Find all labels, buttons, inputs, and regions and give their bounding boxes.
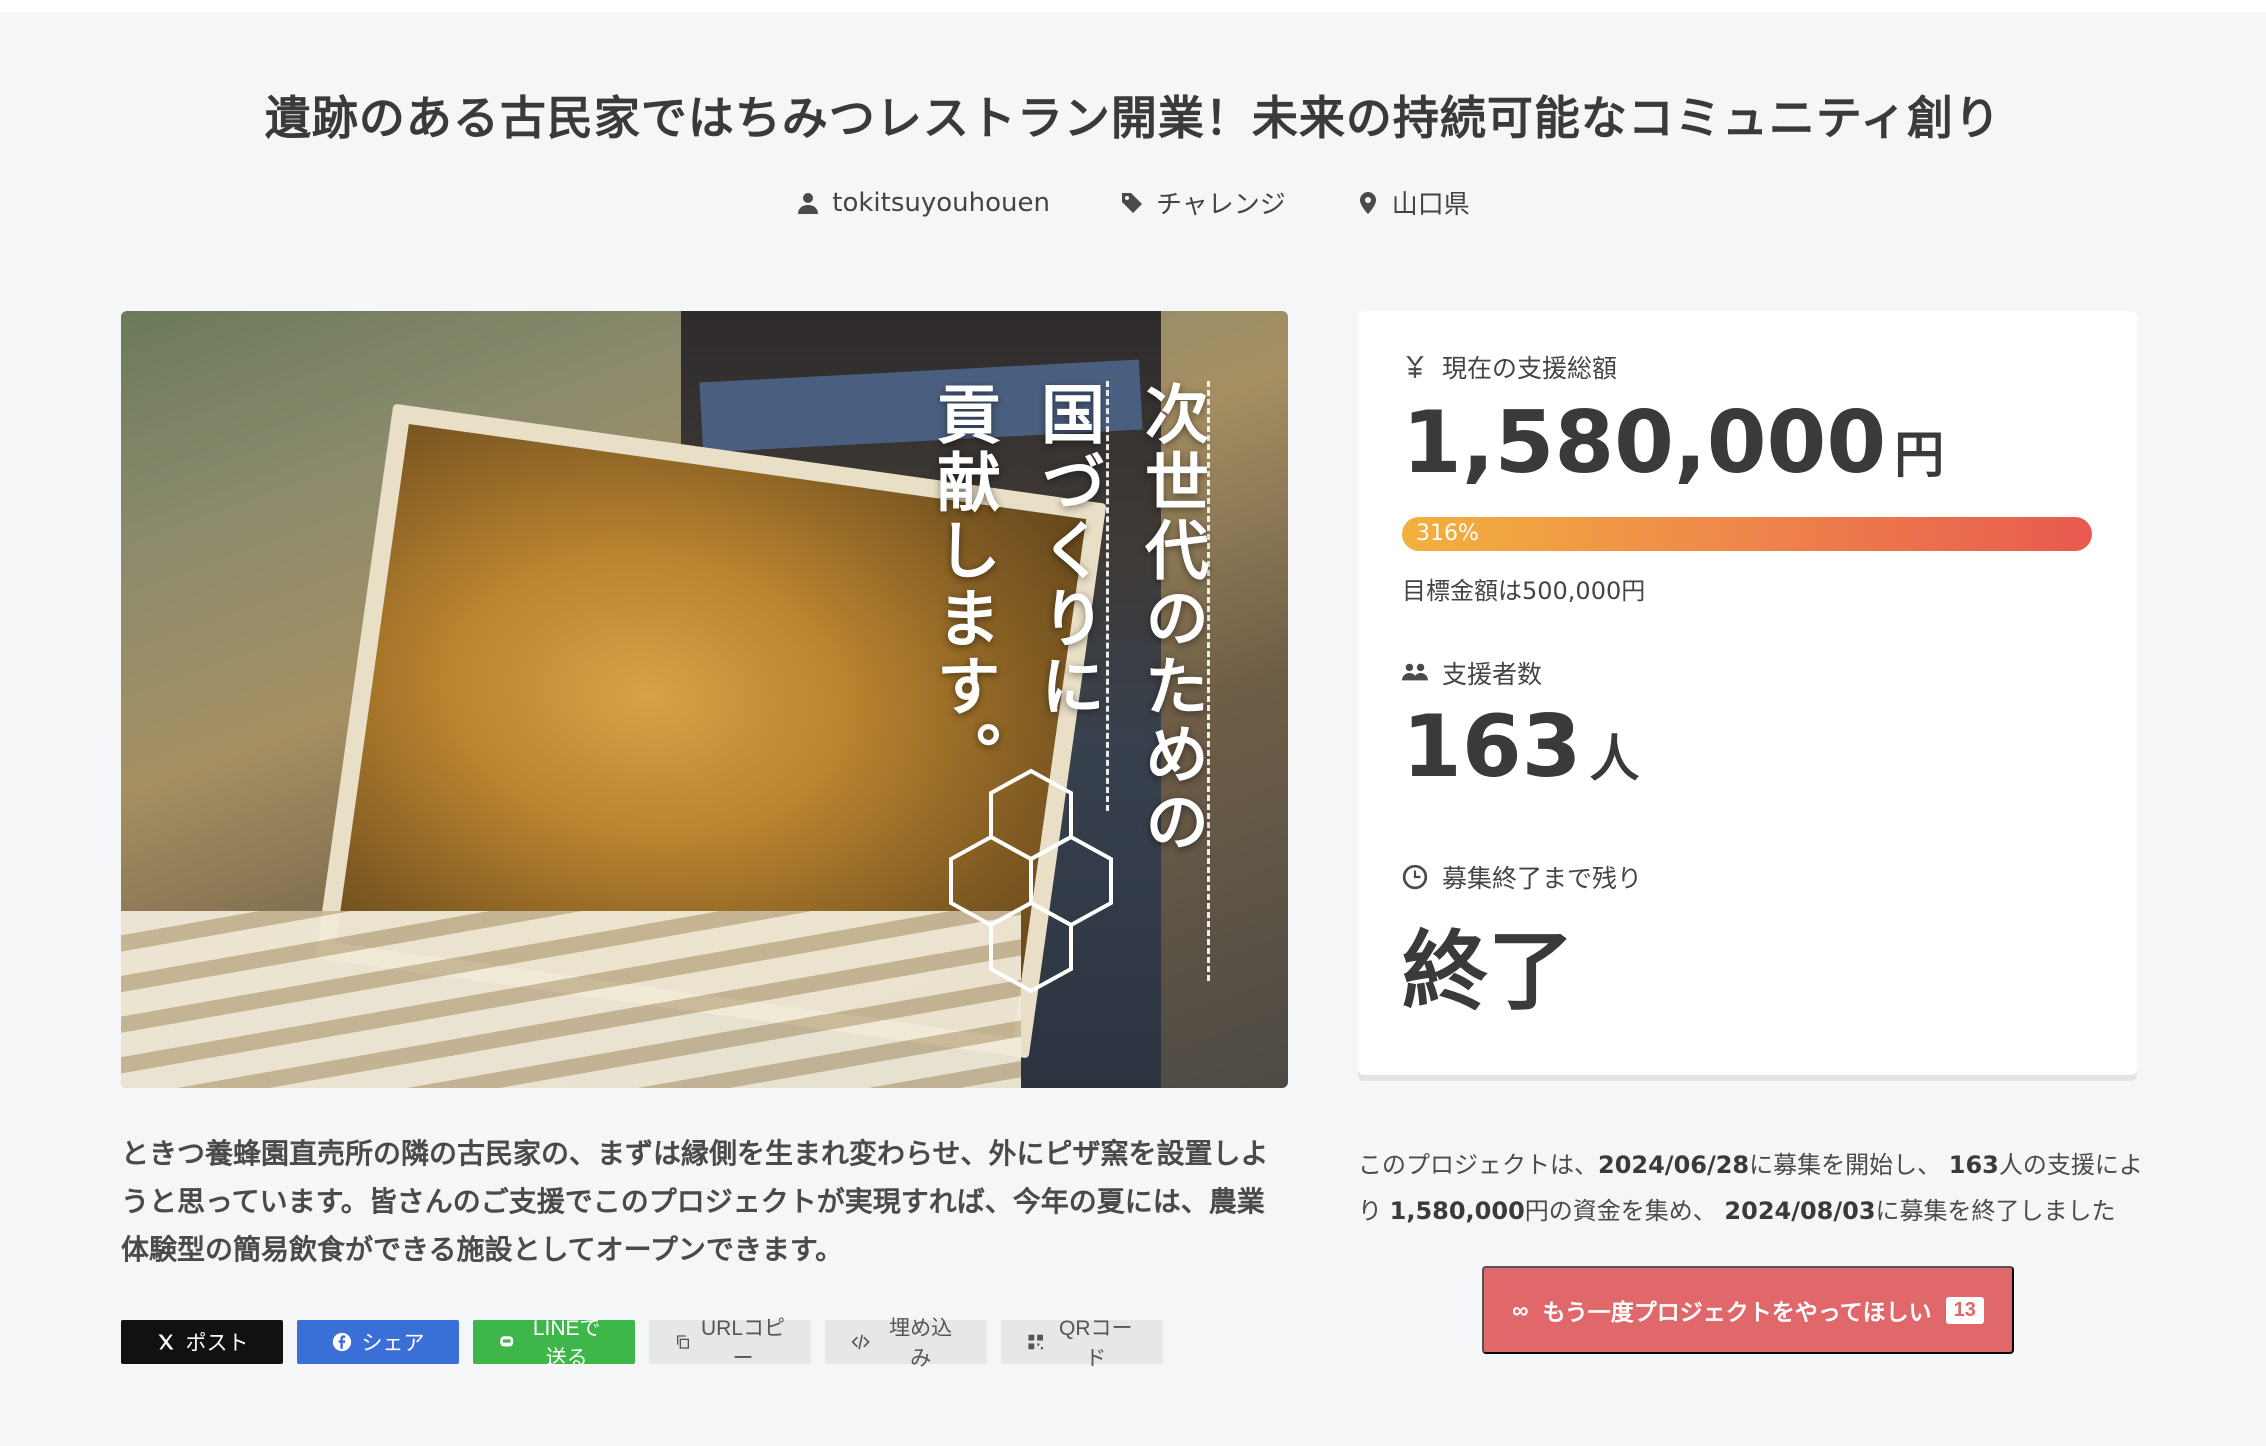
summary-amount: 1,580,000	[1389, 1197, 1525, 1225]
copy-url-label: URLコピー	[701, 1317, 786, 1370]
progress-percent: 316%	[1416, 521, 1479, 546]
users-icon	[1402, 663, 1428, 681]
request-again-button[interactable]: ∞ もう一度プロジェクトをやってほしい 13	[1482, 1266, 2014, 1354]
share-buttons: ポスト シェア LINEで送る URLコピー 埋め込み QRコード	[121, 1317, 1163, 1370]
share-line-label: LINEで送る	[532, 1317, 601, 1370]
remaining-label: 募集終了まで残り	[1402, 859, 1642, 895]
owner-link[interactable]: tokitsuyouhouen	[796, 188, 1050, 218]
line-icon	[500, 1336, 514, 1347]
summary-end-date: 2024/08/03	[1724, 1197, 1876, 1225]
backers-label-text: 支援者数	[1442, 660, 1543, 689]
funding-progress-bar: 316%	[1402, 517, 2092, 551]
backers-label: 支援者数	[1402, 655, 1542, 691]
total-amount-value: 1,580,000	[1402, 393, 1887, 493]
category-name: チャレンジ	[1155, 190, 1286, 220]
top-bar	[0, 0, 2266, 12]
total-label-text: 現在の支援総額	[1442, 354, 1618, 383]
total-amount: 1,580,000 円	[1402, 393, 1944, 493]
project-description: ときつ養蜂園直売所の隣の古民家の、まずは縁側を生まれ変わらせ、外にピザ窯を設置し…	[121, 1137, 1269, 1266]
qr-code-label: QRコード	[1058, 1317, 1133, 1370]
project-meta: tokitsuyouhouen チャレンジ 山口県	[0, 184, 2266, 221]
embed-button[interactable]: 埋め込み	[825, 1317, 987, 1370]
project-summary: このプロジェクトは、2024/06/28に募集を開始し、 163人の支援により …	[1358, 1142, 2148, 1234]
hero-hive-boxes	[121, 911, 1021, 1088]
summary-text: に募集を開始し、	[1749, 1151, 1942, 1179]
location-name: 山口県	[1391, 190, 1470, 220]
summary-text: に募集を終了しました	[1875, 1197, 2116, 1225]
summary-text: このプロジェクトは、	[1358, 1151, 1598, 1179]
remaining-label-text: 募集終了まで残り	[1442, 864, 1643, 893]
backers-count-value: 163	[1402, 697, 1582, 797]
copy-url-button[interactable]: URLコピー	[649, 1317, 811, 1370]
category-link[interactable]: チャレンジ	[1120, 184, 1286, 221]
user-icon	[798, 192, 819, 214]
hero-text-line-2: 国づくりに	[1030, 381, 1104, 721]
yen-icon	[1406, 356, 1424, 378]
honeycomb-logo-icon	[949, 768, 1113, 994]
total-label: 現在の支援総額	[1402, 349, 1617, 385]
qr-code-icon	[1028, 1334, 1044, 1350]
total-amount-unit: 円	[1894, 426, 1945, 484]
hero-text-line-3: 貢献します。	[926, 381, 1000, 789]
summary-backers: 163	[1948, 1151, 1999, 1179]
share-line-button[interactable]: LINEで送る	[473, 1317, 635, 1370]
goal-amount: 目標金額は500,000円	[1402, 577, 1646, 605]
summary-text: 円の資金を集め、	[1524, 1197, 1717, 1225]
page-title: 遺跡のある古民家ではちみつレストラン開業！未来の持続可能なコミュニティ創り	[264, 91, 2002, 145]
tag-icon	[1121, 192, 1142, 213]
funding-stats-panel: 現在の支援総額 1,580,000 円 316% 目標金額は500,000円 支援…	[1358, 311, 2137, 1075]
qr-code-button[interactable]: QRコード	[1001, 1317, 1163, 1370]
remaining-time-value: 終了	[1402, 922, 1574, 1022]
request-again-count: 13	[1945, 1296, 1984, 1324]
share-x-label: ポスト	[185, 1332, 249, 1355]
backers-count: 163 人	[1402, 697, 1640, 797]
facebook-icon	[332, 1332, 351, 1352]
remaining-time: 終了	[1402, 901, 1574, 1026]
code-icon	[851, 1334, 870, 1350]
share-facebook-button[interactable]: シェア	[297, 1320, 459, 1364]
embed-label: 埋め込み	[889, 1317, 953, 1370]
share-x-button[interactable]: ポスト	[121, 1320, 283, 1364]
backers-count-unit: 人	[1589, 730, 1640, 788]
infinity-icon: ∞	[1512, 1296, 1529, 1323]
x-logo-icon	[158, 1334, 173, 1350]
owner-name: tokitsuyouhouen	[832, 187, 1050, 218]
project-hero-image: 次世代のための 国づくりに 貢献します。	[121, 311, 1288, 1088]
map-pin-icon	[1359, 191, 1376, 214]
share-facebook-label: シェア	[361, 1332, 425, 1355]
copy-icon	[677, 1335, 689, 1349]
clock-icon	[1402, 864, 1428, 890]
location-link[interactable]: 山口県	[1356, 184, 1470, 221]
request-again-label: もう一度プロジェクトをやってほしい	[1542, 1299, 1932, 1325]
summary-start-date: 2024/06/28	[1598, 1151, 1750, 1179]
